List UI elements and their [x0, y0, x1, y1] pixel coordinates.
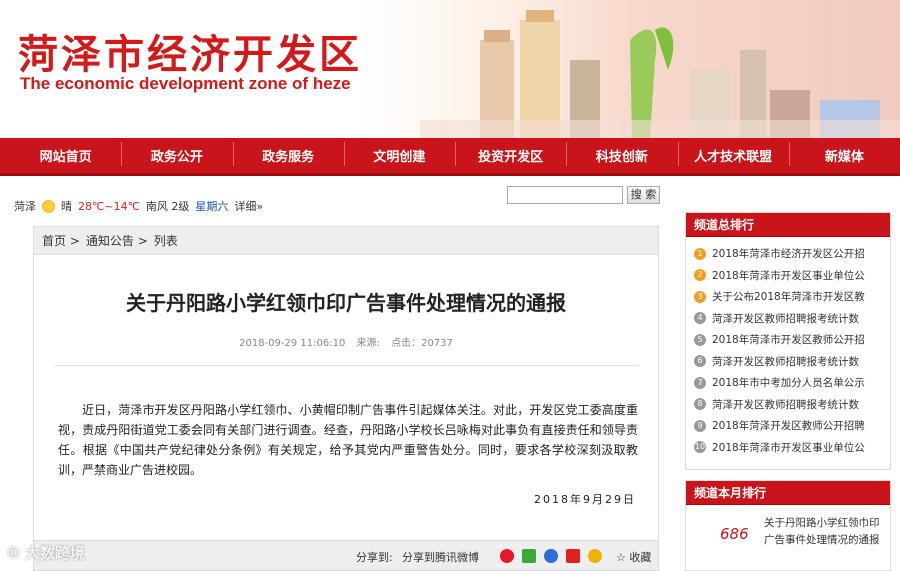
collect-label: 收藏 [629, 551, 652, 564]
weather-wind: 南风 2级 [145, 200, 190, 213]
ranking-item-title: 2018年市中考加分人员名单公示 [712, 377, 865, 390]
channel-month-ranking-title: 频道本月排行 [686, 481, 890, 505]
rank-number: 2 [694, 269, 706, 282]
ranking-item[interactable]: 5 2018年菏泽市开发区教师公开招 [694, 329, 890, 351]
ranking-item-title: 2018年菏泽市经济开发区公开招 [712, 248, 865, 261]
rank-number: 4 [694, 312, 706, 325]
ranking-item[interactable]: 9 2018年菏泽开发区教师公开招聘 [694, 415, 890, 437]
article-title: 关于丹阳路小学红领巾印广告事件处理情况的通报 [126, 291, 566, 315]
article-hits: 点击：20737 [391, 338, 453, 349]
month-ranking-title: 关于丹阳路小学红领巾印广告事件处理情况的通报 [764, 517, 880, 546]
article-panel: 首页 > 通知公告 > 列表 关于丹阳路小学红领巾印广告事件处理情况的通报 20… [33, 226, 659, 571]
nav-item-new-media[interactable]: 新媒体 [788, 142, 900, 166]
ranking-item[interactable]: 2 2018年菏泽市开发区事业单位公 [694, 265, 890, 287]
weather-bar: 菏泽 晴 28℃~14℃ 南风 2级 星期六 详细» [14, 198, 263, 214]
divider [54, 365, 638, 366]
search-button[interactable]: 搜 索 [627, 186, 660, 204]
weather-details-link[interactable]: 详细» [234, 198, 263, 214]
weather-weekday: 星期六 [195, 200, 229, 213]
ranking-item-title: 2018年菏泽市开发区事业单位公 [712, 269, 865, 282]
ranking-item[interactable]: 3 关于公布2018年菏泽市开发区教 [694, 286, 890, 308]
ranking-list: 1 2018年菏泽市经济开发区公开招 2 2018年菏泽市开发区事业单位公 3 关于公… [686, 237, 890, 458]
article-body: 近日，菏泽市开发区丹阳路小学红领巾、小黄帽印制广告事件引起媒体关注。对此，开发区… [58, 403, 638, 477]
site-logo-cn[interactable]: 菏泽市经济开发区 [18, 22, 362, 80]
watermark-text: 大数跨境 [25, 544, 86, 562]
renren-icon[interactable] [522, 549, 536, 563]
ranking-item[interactable]: 4 菏泽开发区教师招聘报考统计数 [694, 308, 890, 330]
ranking-item-title: 2018年菏泽开发区教师公开招聘 [712, 420, 865, 433]
sina-weibo-icon[interactable] [500, 549, 514, 563]
channel-total-ranking-title: 频道总排行 [686, 213, 890, 237]
rank-number: 7 [694, 376, 706, 389]
weather-temp: 28℃~14℃ [78, 199, 140, 213]
ranking-item[interactable]: 7 2018年市中考加分人员名单公示 [694, 372, 890, 394]
channel-month-ranking: 频道本月排行 686 关于丹阳路小学红领巾印广告事件处理情况的通报 [685, 480, 891, 571]
nav-item-home[interactable]: 网站首页 [10, 146, 121, 165]
skyline-illustration [420, 10, 900, 138]
breadcrumb: 首页 > 通知公告 > 列表 [34, 227, 658, 255]
nav-item-talent[interactable]: 人才技术联盟 [677, 142, 789, 166]
nav-item-gov-affairs[interactable]: 政务公开 [121, 142, 232, 166]
rank-number: 10 [694, 441, 706, 454]
ranking-item-title: 菏泽开发区教师招聘报考统计数 [712, 355, 859, 368]
article-meta: 2018-09-29 11:06:10 来源: 点击：20737 [34, 334, 658, 349]
ranking-item[interactable]: 8 菏泽开发区教师招聘报考统计数 [694, 394, 890, 416]
rank-number: 8 [694, 398, 706, 411]
header-banner: 菏泽市经济开发区 The economic development zone o… [0, 0, 900, 138]
share-tencent-weibo-link[interactable]: 分享到腾讯微博 [402, 549, 479, 565]
month-ranking-count: 686 [720, 525, 749, 543]
breadcrumb-notices[interactable]: 通知公告 > [86, 227, 148, 254]
article-source: 来源: [356, 338, 380, 349]
ranking-item-title: 2018年菏泽市开发区事业单位公 [712, 441, 865, 454]
article-datetime: 2018-09-29 11:06:10 [239, 338, 346, 349]
main-nav: 网站首页 政务公开 政务服务 文明创建 投资开发区 科技创新 人才技术联盟 新媒… [0, 138, 900, 176]
page: 菏泽市经济开发区 The economic development zone o… [0, 0, 900, 571]
rank-number: 5 [694, 333, 706, 346]
rank-number: 1 [694, 247, 706, 260]
share-label: 分享到: [356, 551, 393, 564]
ranking-item-title: 关于公布2018年菏泽市开发区教 [712, 291, 865, 304]
collect-link[interactable]: ☆ 收藏 [616, 549, 651, 565]
weather-city: 菏泽 [14, 200, 36, 213]
share-bar: 分享到: 分享到腾讯微博 ☆ 收藏 [34, 540, 658, 570]
ranking-item[interactable]: 10 2018年菏泽市开发区事业单位公 [694, 437, 890, 459]
douban-icon[interactable] [566, 549, 580, 563]
watermark: © 大数跨境 [6, 542, 85, 563]
nav-item-civilization[interactable]: 文明创建 [343, 142, 455, 166]
qzone-icon[interactable] [544, 549, 558, 563]
kaixin-icon[interactable] [588, 549, 602, 563]
sun-icon [42, 199, 55, 213]
ranking-item[interactable]: 1 2018年菏泽市经济开发区公开招 [694, 243, 890, 265]
site-logo-en: The economic development zone of heze [20, 74, 351, 93]
breadcrumb-list[interactable]: 列表 [154, 227, 178, 254]
ranking-item[interactable]: 6 菏泽开发区教师招聘报考统计数 [694, 351, 890, 373]
breadcrumb-home[interactable]: 首页 > [42, 227, 80, 254]
ranking-item-title: 菏泽开发区教师招聘报考统计数 [712, 312, 859, 325]
rank-number: 3 [694, 290, 706, 303]
rank-number: 9 [694, 419, 706, 432]
month-ranking-item[interactable]: 686 关于丹阳路小学红领巾印广告事件处理情况的通报 [686, 513, 890, 553]
nav-item-gov-service[interactable]: 政务服务 [232, 142, 344, 166]
watermark-logo-icon: © [6, 543, 21, 562]
article-sign-date: 2018年9月29日 [534, 493, 636, 506]
rank-number: 6 [694, 355, 706, 368]
weather-condition: 晴 [61, 200, 72, 213]
ranking-item-title: 2018年菏泽市开发区教师公开招 [712, 334, 865, 347]
search-input[interactable] [507, 186, 623, 204]
nav-item-technology[interactable]: 科技创新 [566, 142, 677, 166]
nav-item-investment[interactable]: 投资开发区 [455, 142, 566, 166]
channel-total-ranking: 频道总排行 1 2018年菏泽市经济开发区公开招 2 2018年菏泽市开发区事业单位… [685, 212, 891, 470]
ranking-item-title: 菏泽开发区教师招聘报考统计数 [712, 398, 859, 411]
